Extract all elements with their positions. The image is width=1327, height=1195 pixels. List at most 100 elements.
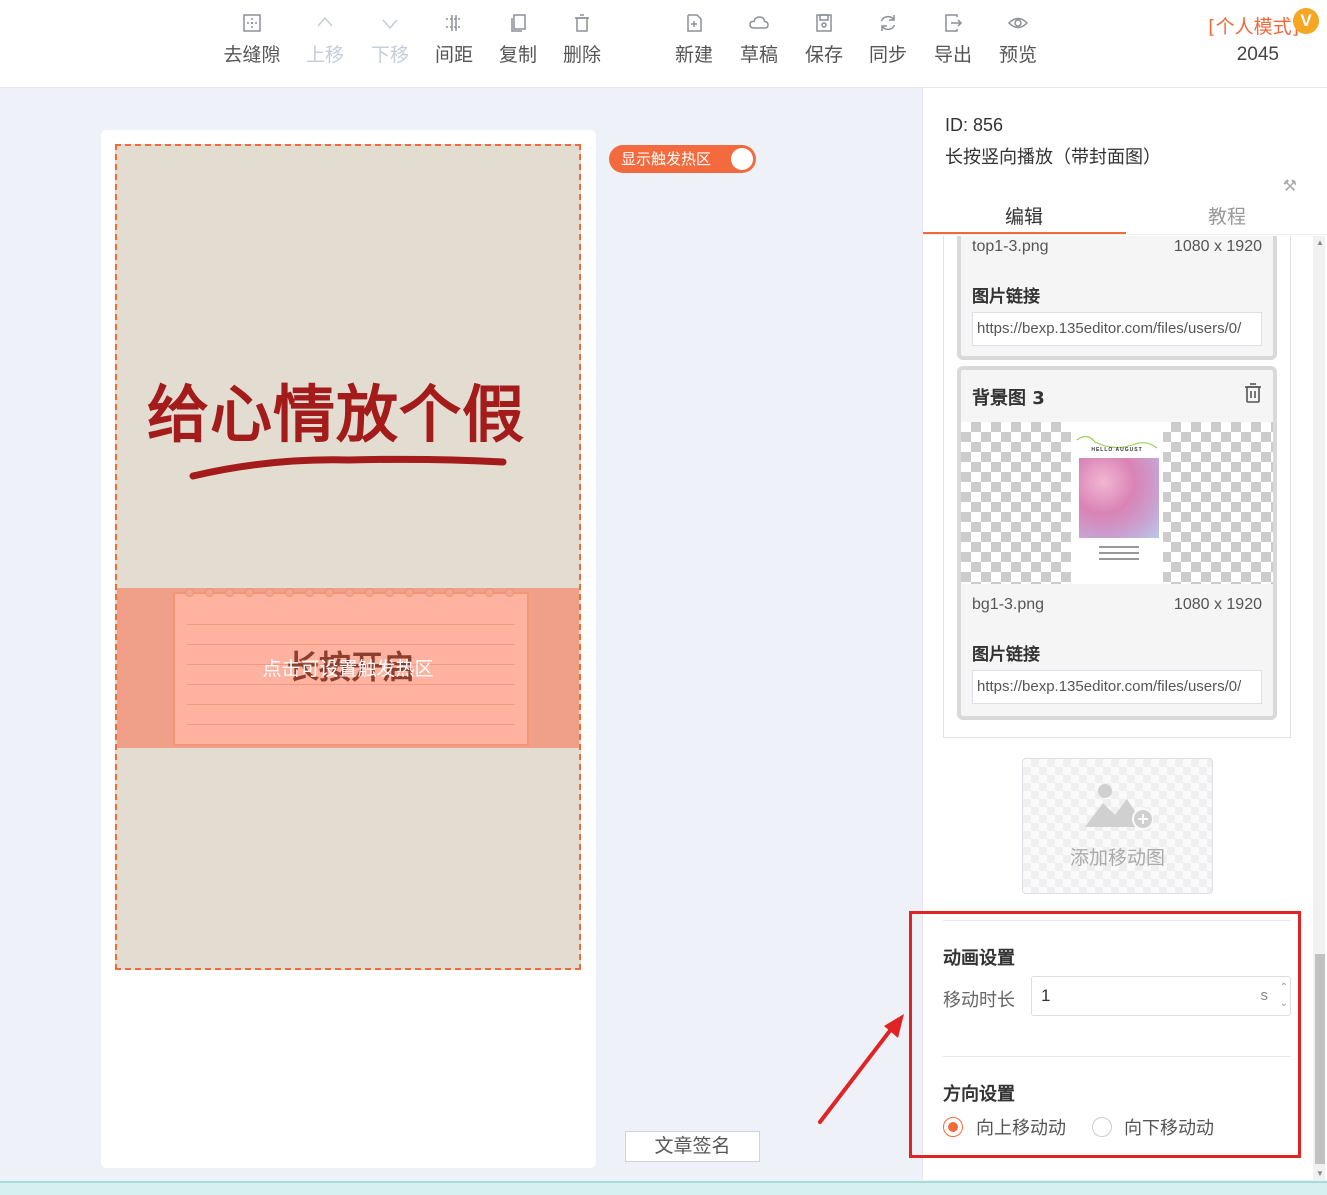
bottom-status-bar <box>0 1181 1327 1195</box>
copy-icon <box>511 14 526 32</box>
card-title: 背景图 3 <box>972 388 1045 409</box>
note-hole <box>465 588 474 597</box>
note-hole <box>365 588 374 597</box>
note-hole <box>285 588 294 597</box>
cloud-icon <box>749 16 769 29</box>
poster-thumbnail: HELLO AUGUST <box>1071 422 1163 584</box>
note-hole <box>425 588 434 597</box>
image-link-input[interactable]: https://bexp.135editor.com/files/users/0… <box>972 312 1262 346</box>
save-icon <box>816 14 832 32</box>
mode-label[interactable]: [个人模式] <box>1208 12 1299 39</box>
component-name: 长按竖向播放（带封面图） <box>945 147 1161 168</box>
file-size: 1080 x 1920 <box>1173 238 1262 255</box>
save-label: 保存 <box>804 44 843 66</box>
note-hole <box>305 588 314 597</box>
eye-icon <box>1007 17 1029 29</box>
show-hotzone-toggle[interactable]: 显示触发热区 <box>609 145 756 173</box>
scroll-up-arrow-icon[interactable]: ▲ <box>1315 238 1325 247</box>
poster-title: 给心情放个假 <box>147 378 526 451</box>
trash-icon[interactable] <box>1243 382 1263 404</box>
note-hole <box>205 588 214 597</box>
thumbnail-text-line <box>1099 546 1139 548</box>
add-image-icon <box>1085 784 1153 830</box>
copy-label: 复制 <box>498 44 537 66</box>
note-line <box>187 704 515 705</box>
add-moving-image-label: 添加移动图 <box>1069 847 1165 869</box>
file-size: 1080 x 1920 <box>1173 596 1262 613</box>
image-card-bg3: 背景图 3 HELLO AUGUST bg1-3.png 1080 x 1920… <box>957 366 1277 720</box>
image-link-input[interactable]: https://bexp.135editor.com/files/users/0… <box>972 670 1262 704</box>
preview-label: 预览 <box>998 44 1037 66</box>
article-signature-button[interactable]: 文章签名 <box>625 1131 760 1162</box>
image-link-label: 图片链接 <box>972 287 1040 307</box>
note-hole <box>445 588 454 597</box>
chevron-down-icon <box>382 19 398 30</box>
new-label: 新建 <box>674 44 713 66</box>
thumbnail-text-line <box>1099 552 1139 554</box>
spacing-icon <box>446 15 462 31</box>
brush-stroke-decoration <box>189 455 507 480</box>
scroll-down-arrow-icon[interactable]: ▼ <box>1315 1169 1325 1178</box>
spacing-label: 间距 <box>434 44 473 66</box>
tab-tutorial[interactable]: 教程 <box>1126 202 1327 229</box>
spacing-button[interactable]: 间距 <box>421 12 487 67</box>
note-hole <box>405 588 414 597</box>
thumbnail-headline: HELLO AUGUST <box>1091 447 1143 453</box>
remove-gap-icon <box>243 14 261 32</box>
red-arrow-annotation <box>818 1014 904 1124</box>
image-card-top: top1-3.png 1080 x 1920 图片链接 https://bexp… <box>957 236 1277 360</box>
vip-badge-icon: V <box>1293 8 1319 34</box>
panel-scrollbar[interactable]: ▲ ▼ <box>1313 236 1325 1180</box>
remove-gap-button[interactable]: 去缝隙 <box>219 12 285 67</box>
delete-label: 删除 <box>562 44 601 66</box>
delete-button[interactable]: 删除 <box>549 12 615 67</box>
export-button[interactable]: 导出 <box>920 12 986 67</box>
move-up-button[interactable]: 上移 <box>292 12 358 67</box>
highlight-box-annotation <box>909 911 1301 1158</box>
flower-photo <box>1079 458 1159 538</box>
copy-button[interactable]: 复制 <box>485 12 551 67</box>
remove-gap-label: 去缝隙 <box>223 44 281 66</box>
note-hole <box>225 588 234 597</box>
sync-button[interactable]: 同步 <box>855 12 921 67</box>
tab-edit[interactable]: 编辑 <box>923 202 1125 229</box>
thumbnail-text-line <box>1099 558 1139 560</box>
note-hole <box>385 588 394 597</box>
draft-button[interactable]: 草稿 <box>726 12 792 67</box>
image-link-label: 图片链接 <box>972 645 1040 665</box>
panel-tabs: 编辑 教程 <box>923 198 1327 235</box>
note-hole <box>505 588 514 597</box>
note-hole <box>245 588 254 597</box>
export-label: 导出 <box>933 44 972 66</box>
draft-label: 草稿 <box>739 44 778 66</box>
preview-button[interactable]: 预览 <box>985 12 1051 67</box>
trash-icon <box>575 14 589 32</box>
poster-preview[interactable]: 给心情放个假 长按开启 点击可设置触发热区 <box>115 144 581 970</box>
move-up-label: 上移 <box>305 44 344 66</box>
chevron-up-icon <box>317 16 333 27</box>
save-button[interactable]: 保存 <box>791 12 857 67</box>
active-tab-indicator <box>923 232 1126 234</box>
sync-icon <box>880 15 896 31</box>
hotzone-hint[interactable]: 点击可设置触发热区 <box>117 654 579 681</box>
image-preview: HELLO AUGUST <box>961 422 1273 584</box>
file-name: top1-3.png <box>972 238 1049 255</box>
note-hole <box>345 588 354 597</box>
note-hole <box>485 588 494 597</box>
tools-icon[interactable]: ⚒ <box>1283 176 1297 196</box>
add-moving-image-button[interactable]: 添加移动图 <box>1022 758 1213 894</box>
component-id: ID: 856 <box>945 115 1004 135</box>
file-name: bg1-3.png <box>972 596 1045 613</box>
scrollbar-thumb[interactable] <box>1315 954 1325 1164</box>
move-down-label: 下移 <box>370 44 409 66</box>
new-button[interactable]: 新建 <box>661 12 727 67</box>
top-toolbar: 去缝隙 上移 下移 间距 复制 删除 新建 草稿 保存 同步 导出 预览 [个人… <box>0 0 1327 88</box>
note-hole <box>325 588 334 597</box>
note-hole <box>265 588 274 597</box>
sync-label: 同步 <box>868 44 907 66</box>
move-down-button[interactable]: 下移 <box>357 12 423 67</box>
toggle-knob <box>731 148 753 170</box>
count-value: 2045 <box>1236 44 1279 65</box>
note-line <box>187 624 515 625</box>
note-line <box>187 724 515 725</box>
